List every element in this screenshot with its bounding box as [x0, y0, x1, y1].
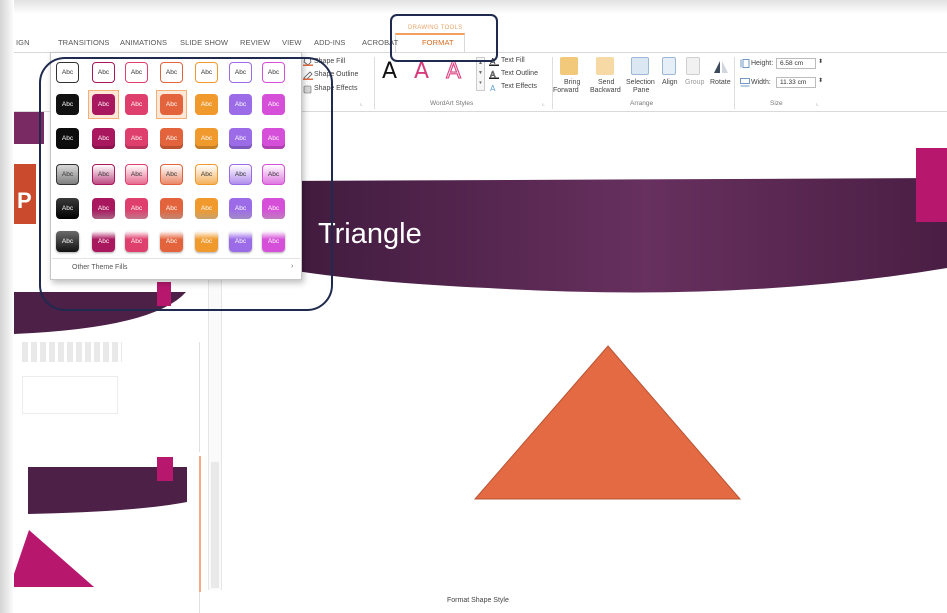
send-backward-label-1[interactable]: Send	[598, 79, 614, 86]
wordart-style-black[interactable]: A	[382, 59, 397, 84]
selection-pane-button[interactable]: Pane	[633, 87, 649, 94]
svg-text:P: P	[17, 188, 32, 213]
powerpoint-window: DRAWING TOOLS IGN TRANSITIONS ANIMATIONS…	[0, 0, 947, 613]
tab-review[interactable]: REVIEW	[240, 38, 270, 47]
wordart-launcher-icon[interactable]: ⌞	[542, 100, 545, 107]
width-label: Width:	[751, 79, 771, 86]
arrange-group-label: Arrange	[630, 100, 654, 107]
tab-view[interactable]: VIEW	[282, 38, 302, 47]
text-fill-button[interactable]: Text Fill	[501, 57, 525, 64]
align-button[interactable]: Align	[662, 79, 678, 86]
width-spinner-icon[interactable]: ⬍	[818, 77, 823, 84]
callout-format-tab-outline	[390, 14, 498, 62]
wordart-style-pink[interactable]: A	[414, 59, 429, 84]
height-label: Height:	[751, 60, 774, 67]
size-group-label: Size	[770, 100, 783, 107]
text-outline-button[interactable]: Text Outline	[501, 70, 538, 77]
send-backward-button[interactable]: Backward	[590, 87, 621, 94]
wordart-more-icon[interactable]: ▾	[477, 78, 484, 88]
tab-transitions[interactable]: TRANSITIONS	[58, 38, 110, 47]
thumbnail-ribbon-strip	[22, 342, 122, 362]
slide-canvas[interactable]	[238, 148, 947, 593]
height-spinner-icon[interactable]: ⬍	[818, 58, 823, 65]
slide-title[interactable]: Triangle	[318, 218, 422, 251]
slide-thumbnail-3[interactable]	[14, 452, 202, 592]
svg-text:A: A	[490, 84, 496, 92]
status-tooltip: Format Shape Style	[447, 597, 509, 604]
height-input[interactable]: 6.58 cm	[776, 58, 816, 69]
rotate-icon	[714, 61, 728, 73]
window-shadow-left	[0, 0, 14, 613]
send-backward-icon	[596, 57, 614, 75]
ribbon-separator	[552, 57, 553, 109]
thumbnail-scrollbar-thumb[interactable]	[211, 462, 219, 588]
ribbon-separator	[374, 57, 375, 109]
height-icon	[740, 59, 750, 68]
wordart-scroll[interactable]: ▲ ▼ ▾	[476, 57, 485, 91]
align-icon	[662, 57, 676, 75]
slide-thumbnail-2[interactable]	[22, 336, 122, 426]
wordart-scroll-down-icon[interactable]: ▼	[477, 68, 484, 78]
bring-forward-icon	[560, 57, 578, 75]
group-icon	[686, 57, 700, 75]
tab-slide-show[interactable]: SLIDE SHOW	[180, 38, 228, 47]
selection-pane-label-1[interactable]: Selection	[626, 79, 655, 86]
bring-forward-label-1[interactable]: Bring	[564, 79, 580, 86]
text-effects-button[interactable]: Text Effects	[501, 83, 537, 90]
tab-add-ins[interactable]: ADD-INS	[314, 38, 346, 47]
rotate-button[interactable]: Rotate	[710, 79, 731, 86]
tab-animations[interactable]: ANIMATIONS	[120, 38, 167, 47]
wordart-styles-group-label: WordArt Styles	[430, 100, 474, 107]
window-shadow-top	[0, 0, 947, 14]
wordart-style-outline[interactable]: A	[445, 59, 461, 85]
bring-forward-button[interactable]: Forward	[553, 87, 579, 94]
width-icon	[740, 78, 750, 87]
shape-styles-launcher-icon[interactable]: ⌞	[360, 100, 363, 107]
width-input[interactable]: 11.33 cm	[776, 77, 816, 88]
tab-design[interactable]: IGN	[16, 38, 30, 47]
thumbnail-content	[22, 376, 118, 414]
text-effects-icon: A	[490, 84, 496, 92]
callout-gallery-outline	[39, 57, 333, 311]
selection-pane-icon	[631, 57, 649, 75]
size-launcher-icon[interactable]: ⌞	[816, 100, 819, 107]
ribbon-separator	[734, 57, 735, 109]
group-button[interactable]: Group	[685, 79, 704, 86]
text-outline-icon: A	[489, 70, 499, 79]
